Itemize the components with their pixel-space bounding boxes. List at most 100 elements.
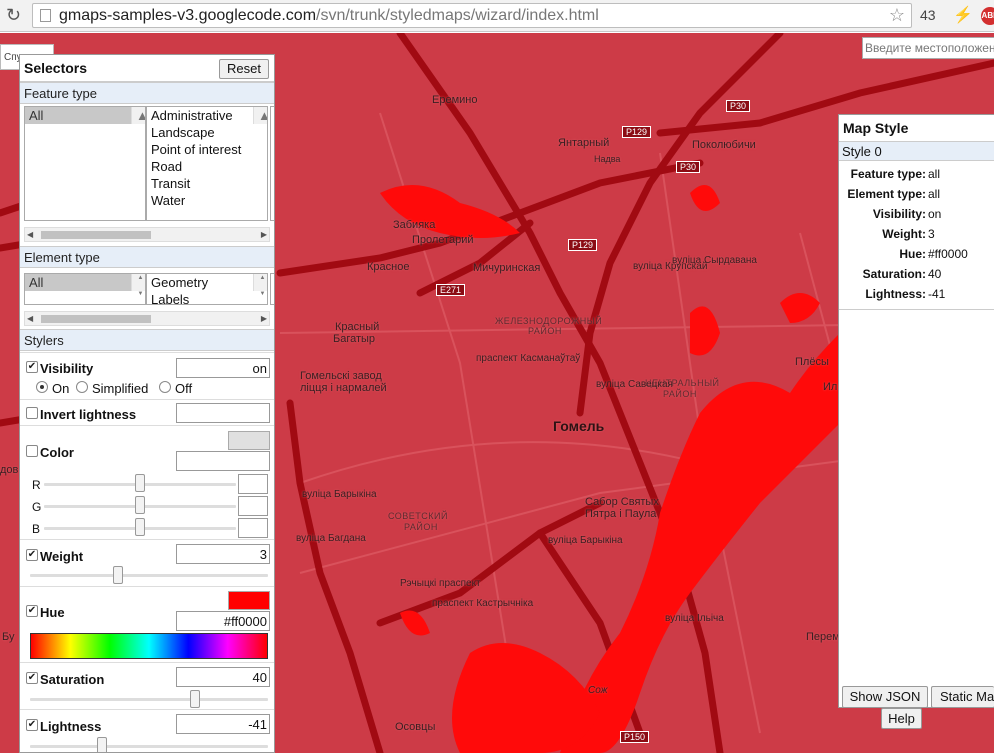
hue-checkbox[interactable]: ✔ — [26, 605, 38, 617]
saturation-slider-track[interactable] — [30, 698, 268, 701]
color-checkbox[interactable] — [26, 445, 38, 457]
show-json-button[interactable]: Show JSON — [842, 686, 928, 708]
saturation-input[interactable]: 40 — [176, 667, 270, 687]
reset-button[interactable]: Reset — [219, 59, 269, 79]
weight-slider-handle[interactable] — [113, 566, 123, 584]
adblock-icon[interactable]: ABP — [981, 7, 994, 25]
weight-label: Weight — [40, 549, 84, 564]
feature-type-option[interactable]: Water — [147, 192, 267, 209]
road-shield: P30 — [726, 100, 751, 112]
map-label: Ил — [823, 381, 838, 393]
weight-checkbox[interactable]: ✔ — [26, 549, 38, 561]
visibility-checkbox[interactable]: ✔ — [26, 361, 38, 373]
horizontal-scrollbar[interactable]: ◀ ▶ — [24, 311, 270, 326]
invert-checkbox[interactable] — [26, 407, 38, 419]
color-input[interactable] — [176, 451, 270, 471]
location-search-input[interactable]: Введите местоположение — [862, 37, 994, 59]
visibility-off-radio[interactable] — [159, 381, 171, 393]
saturation-slider-handle[interactable] — [190, 690, 200, 708]
street-label: вуліца Барыкіна — [548, 535, 623, 546]
element-type-list[interactable]: All ▲ ▼ — [24, 273, 146, 305]
feature-type-option[interactable]: Road — [147, 158, 267, 175]
visibility-simplified-radio[interactable] — [76, 381, 88, 393]
hue-swatch[interactable] — [228, 591, 270, 610]
element-type-sublist[interactable]: Geometry Labels ▲ ▼ — [146, 273, 268, 305]
visibility-on-label: On — [52, 381, 70, 396]
map-label: Перем — [806, 631, 840, 643]
property-value: on — [928, 207, 942, 221]
element-type-option[interactable]: All — [25, 274, 145, 291]
static-map-button[interactable]: Static Map — [931, 686, 994, 708]
list-scrollbar[interactable]: ▲▼ — [131, 274, 145, 297]
property-key: Saturation: — [862, 267, 926, 281]
g-input[interactable] — [238, 496, 268, 516]
feature-type-option[interactable]: Administrative — [147, 107, 267, 124]
horizontal-scrollbar[interactable]: ◀ ▶ — [24, 227, 270, 242]
city-label: Гомель — [553, 418, 605, 434]
scroll-left-icon[interactable]: ◀ — [27, 312, 33, 325]
b-input[interactable] — [238, 518, 268, 538]
element-type-option[interactable]: Geometry — [147, 274, 267, 291]
invert-label: Invert lightness — [40, 407, 137, 422]
r-input[interactable] — [238, 474, 268, 494]
feature-type-list[interactable]: All ▲▼ — [24, 106, 146, 221]
visibility-on-radio[interactable] — [36, 381, 48, 393]
lightness-input[interactable]: -41 — [176, 714, 270, 734]
bookmark-star-icon[interactable]: ☆ — [889, 5, 905, 26]
list-scrollbar[interactable]: ▲▼ — [131, 107, 145, 124]
visibility-simplified-label: Simplified — [92, 381, 149, 396]
feature-type-option[interactable]: All — [25, 107, 145, 124]
feature-type-option[interactable]: Transit — [147, 175, 267, 192]
feature-type-header: Feature type — [20, 82, 274, 104]
r-slider-handle[interactable] — [135, 474, 145, 492]
visibility-off-label: Off — [175, 381, 193, 396]
list-scrollbar[interactable]: ▲▼ — [253, 274, 267, 297]
g-slider-handle[interactable] — [135, 496, 145, 514]
property-key: Hue: — [899, 247, 926, 261]
road-shield: P150 — [620, 731, 650, 743]
element-type-option[interactable]: Labels — [147, 291, 267, 304]
property-key: Element type: — [847, 187, 926, 201]
style-name[interactable]: Style 0 — [839, 142, 994, 161]
feature-type-option[interactable]: Landscape — [147, 124, 267, 141]
scroll-right-icon[interactable]: ▶ — [261, 312, 267, 325]
feature-type-sublist[interactable]: Administrative Landscape Point of intere… — [146, 106, 268, 221]
extension-count[interactable]: 43 — [920, 7, 936, 23]
list-scrollbar[interactable]: ▲▼ — [253, 107, 267, 124]
hue-input[interactable]: #ff0000 — [176, 611, 270, 631]
lightness-checkbox[interactable]: ✔ — [26, 719, 38, 731]
feature-type-option[interactable]: Point of interest — [147, 141, 267, 158]
saturation-row: ✔ Saturation 40 — [20, 662, 274, 709]
lightness-slider-track[interactable] — [30, 745, 268, 748]
address-bar[interactable]: gmaps-samples-v3.googlecode.com/svn/trun… — [32, 3, 912, 28]
help-button[interactable]: Help — [881, 708, 922, 729]
map-label: Сабор Святых — [585, 496, 659, 508]
street-label: Рэчыцкі праспект — [400, 578, 481, 589]
property-value: all — [928, 167, 941, 181]
reload-icon[interactable]: ↻ — [6, 5, 21, 25]
color-label: Color — [40, 445, 74, 460]
scroll-thumb[interactable] — [41, 231, 151, 239]
weight-input[interactable]: 3 — [176, 544, 270, 564]
visibility-input[interactable]: on — [176, 358, 270, 378]
property-value: #ff0000 — [928, 247, 968, 261]
color-swatch[interactable] — [228, 431, 270, 450]
scroll-right-icon[interactable]: ▶ — [261, 228, 267, 241]
page-icon — [40, 9, 51, 22]
lightness-slider-handle[interactable] — [97, 737, 107, 752]
hue-spectrum[interactable] — [30, 633, 268, 659]
map-label: ліцця і нармалей — [300, 382, 387, 394]
street-label: вуліца Ільіча — [665, 613, 724, 624]
street-label: вуліца Багдана — [296, 533, 366, 544]
property-key: Feature type: — [850, 167, 926, 181]
saturation-checkbox[interactable]: ✔ — [26, 672, 38, 684]
map-style-title: Map Style — [839, 115, 994, 142]
b-slider-handle[interactable] — [135, 518, 145, 536]
invert-input[interactable] — [176, 403, 270, 423]
scroll-thumb[interactable] — [41, 315, 151, 323]
map-label: Забияка — [393, 219, 436, 231]
street-label: праспект Кастрычніка — [432, 598, 534, 609]
bolt-icon[interactable]: ⚡ — [953, 5, 973, 25]
weight-slider-track[interactable] — [30, 574, 268, 577]
scroll-left-icon[interactable]: ◀ — [27, 228, 33, 241]
